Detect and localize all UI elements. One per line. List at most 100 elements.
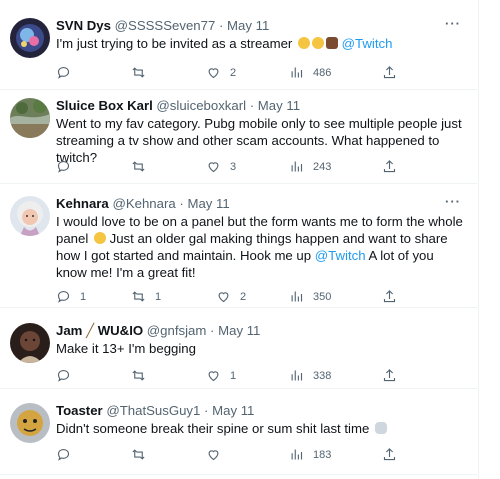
author-name-suffix[interactable]: WU&IO — [98, 323, 143, 338]
avatar[interactable] — [10, 323, 50, 363]
views-button[interactable]: 243 — [289, 159, 331, 174]
like-button[interactable]: 3 — [206, 159, 236, 174]
tweet-header: Jam ╱ WU&IO @gnfsjam · May 11 — [56, 323, 260, 339]
retweet-icon — [132, 67, 145, 78]
heart-icon — [208, 68, 219, 79]
tweet-header: Kehnara @Kehnara · May 11 — [56, 196, 230, 212]
tweet-date[interactable]: May 11 — [227, 18, 269, 33]
heart-icon — [208, 450, 219, 461]
views-button[interactable]: 350 — [289, 289, 331, 304]
tweet-date[interactable]: May 11 — [187, 196, 229, 211]
share-icon — [383, 290, 396, 303]
reply-icon — [57, 369, 70, 382]
tweet-actions: 1 338 — [56, 368, 396, 384]
avatar[interactable] — [10, 196, 50, 236]
view-count: 486 — [313, 66, 332, 79]
tweet-header: SVN Dys @SSSSSeven77 · May 11 — [56, 18, 269, 34]
neutral-face-emoji-icon — [93, 232, 106, 244]
views-chart-icon — [291, 67, 303, 78]
author-name[interactable]: Jam — [56, 323, 82, 338]
tweet-date[interactable]: May 11 — [212, 403, 254, 418]
tweet[interactable]: Sluice Box Karl @sluiceboxkarl · May 11 … — [0, 98, 477, 184]
avatar[interactable] — [10, 98, 50, 138]
magic-wand-emoji-icon: ╱ — [86, 323, 95, 338]
author-handle[interactable]: @ThatSusGuy1 — [106, 403, 200, 418]
share-icon — [383, 66, 396, 79]
views-chart-icon — [291, 370, 303, 381]
reply-icon — [57, 448, 70, 461]
author-name[interactable]: Toaster — [56, 403, 103, 418]
tweet[interactable]: Jam ╱ WU&IO @gnfsjam · May 11 Make it 13… — [0, 323, 477, 389]
retweet-button[interactable] — [131, 65, 155, 80]
tweet-actions: 183 — [56, 447, 396, 463]
tweet-text: I would love to be on a panel but the fo… — [56, 213, 466, 281]
retweet-button[interactable] — [131, 159, 155, 174]
reply-button[interactable]: 1 — [56, 289, 86, 304]
reply-button[interactable] — [56, 368, 80, 383]
separator: · — [210, 323, 215, 338]
avatar[interactable] — [10, 18, 50, 58]
heart-icon — [218, 292, 229, 303]
view-count: 338 — [313, 369, 332, 382]
mention-link[interactable]: @Twitch — [342, 36, 393, 51]
author-name[interactable]: Kehnara — [56, 196, 109, 211]
tweet-text: Make it 13+ I'm begging — [56, 341, 196, 356]
retweet-button[interactable]: 1 — [131, 289, 161, 304]
author-handle[interactable]: @sluiceboxkarl — [156, 98, 246, 113]
tweet-text: I'm just trying to be invited as a strea… — [56, 35, 466, 52]
tweet-actions: 1 1 2 350 — [56, 289, 396, 305]
like-count: 1 — [230, 369, 237, 382]
share-button[interactable] — [382, 159, 397, 174]
views-chart-icon — [291, 449, 303, 460]
avatar[interactable] — [10, 403, 50, 443]
like-button[interactable]: 1 — [206, 368, 236, 383]
views-button[interactable]: 338 — [289, 368, 331, 383]
tweet[interactable]: Toaster @ThatSusGuy1 · May 11 Didn't som… — [0, 403, 477, 475]
separator: · — [204, 403, 209, 418]
retweet-button[interactable] — [131, 447, 155, 462]
views-button[interactable]: 486 — [289, 65, 331, 80]
retweet-icon — [132, 370, 145, 381]
tweet[interactable]: Kehnara @Kehnara · May 11 ··· I would lo… — [0, 194, 477, 308]
author-handle[interactable]: @Kehnara — [112, 196, 175, 211]
tweet-text: Didn't someone break their spine or sum … — [56, 420, 466, 437]
like-button[interactable] — [206, 447, 230, 462]
reply-icon — [57, 160, 70, 173]
author-handle[interactable]: @SSSSSeven77 — [115, 18, 216, 33]
retweet-icon — [132, 161, 145, 172]
views-button[interactable]: 183 — [289, 447, 331, 462]
reply-button[interactable] — [56, 447, 80, 462]
view-count: 350 — [313, 290, 332, 303]
more-options-icon[interactable]: ··· — [445, 194, 461, 209]
separator: · — [249, 98, 255, 113]
tweet-header: Sluice Box Karl @sluiceboxkarl · May 11 — [56, 98, 300, 114]
tweet-date[interactable]: May 11 — [218, 323, 260, 338]
reply-button[interactable] — [56, 65, 80, 80]
tweet-date[interactable]: May 11 — [258, 98, 300, 113]
relieved-emoji-icon — [298, 37, 310, 49]
tweet-actions: 3 243 — [56, 159, 396, 175]
share-button[interactable] — [382, 289, 397, 304]
separator: · — [218, 18, 224, 33]
tweet-actions: 2 486 — [56, 65, 396, 81]
view-count: 183 — [313, 448, 332, 461]
share-icon — [383, 160, 396, 173]
retweet-button[interactable] — [131, 368, 155, 383]
share-button[interactable] — [382, 447, 397, 462]
person-emoji-icon — [326, 37, 338, 49]
heart-icon — [208, 162, 219, 173]
share-button[interactable] — [382, 65, 397, 80]
like-button[interactable]: 2 — [206, 65, 236, 80]
mention-link[interactable]: @Twitch — [315, 248, 366, 263]
like-button[interactable]: 2 — [216, 289, 246, 304]
author-name[interactable]: SVN Dys — [56, 18, 111, 33]
reply-button[interactable] — [56, 159, 80, 174]
reply-icon — [57, 290, 70, 303]
more-options-icon[interactable]: ··· — [445, 16, 461, 31]
heart-icon — [208, 371, 219, 382]
share-button[interactable] — [382, 368, 397, 383]
tweet[interactable]: SVN Dys @SSSSSeven77 · May 11 ··· I'm ju… — [0, 16, 477, 90]
author-handle[interactable]: @gnfsjam — [147, 323, 207, 338]
neutral-face-emoji-icon — [312, 37, 324, 49]
author-name[interactable]: Sluice Box Karl — [56, 98, 153, 113]
